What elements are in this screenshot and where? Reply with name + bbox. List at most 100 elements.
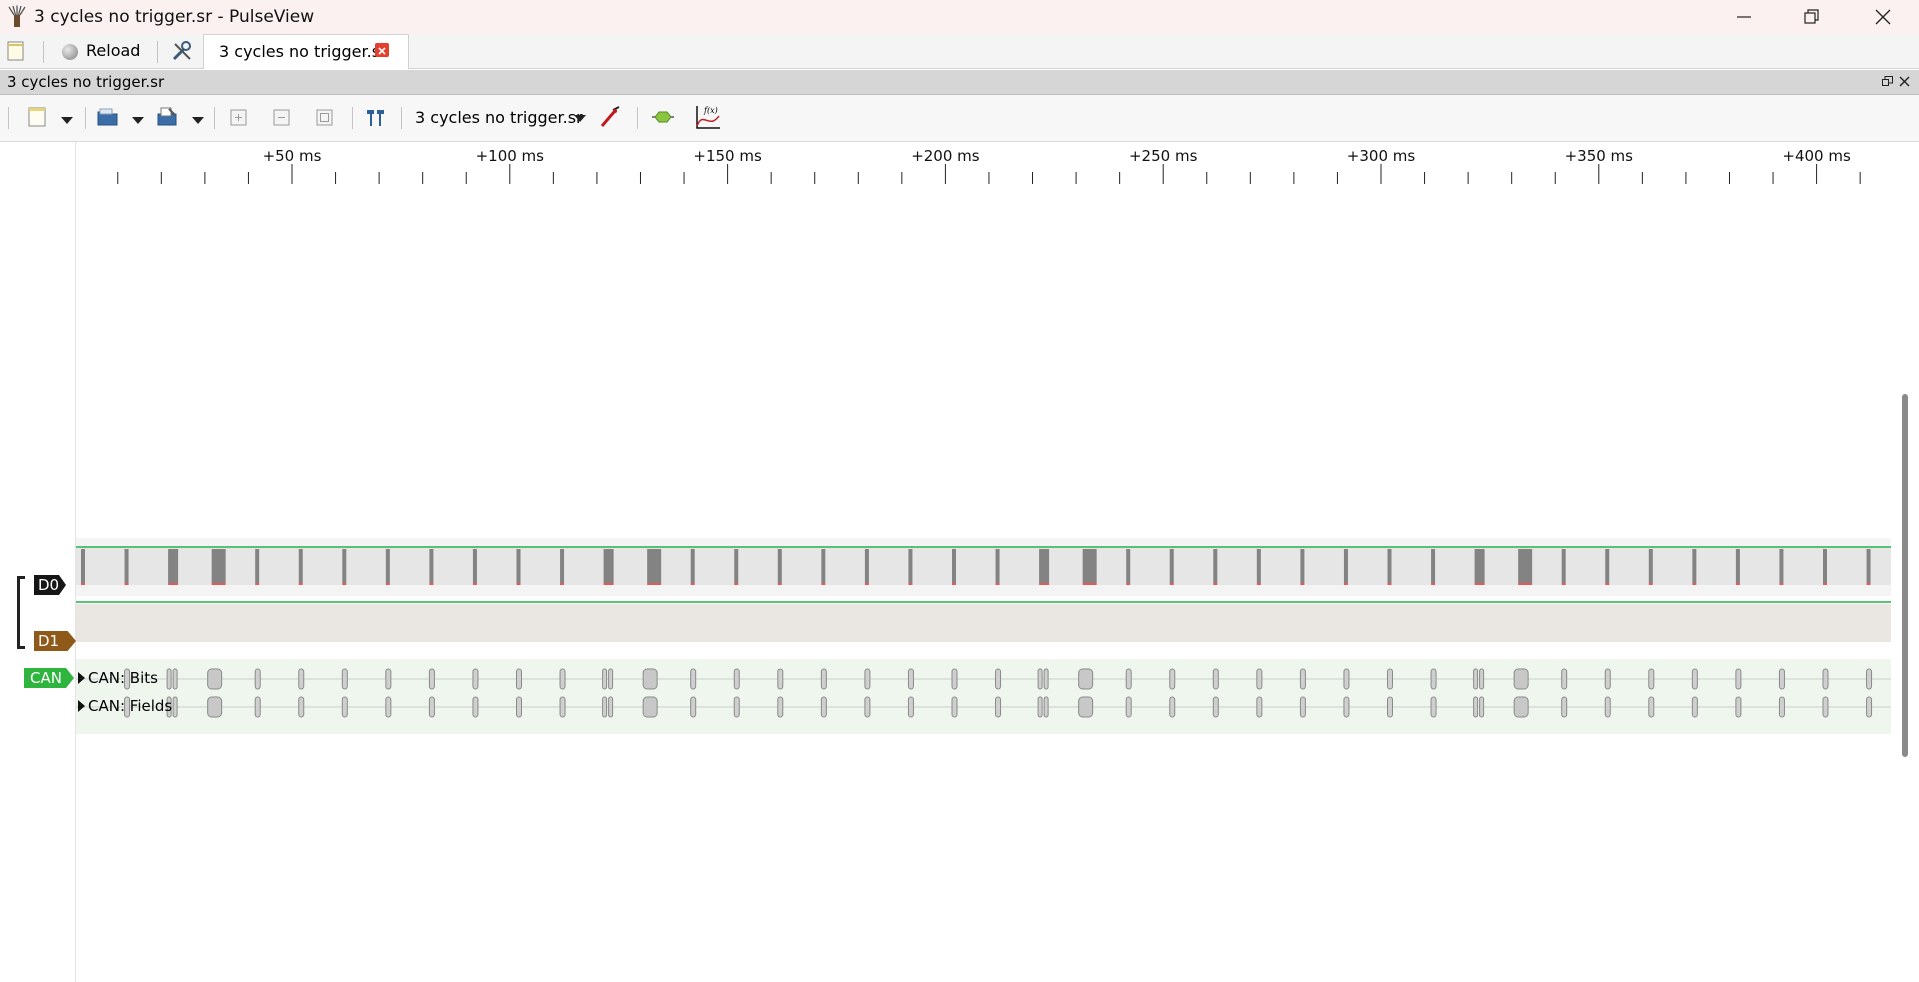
scrollbar-thumb[interactable] [1902,394,1908,757]
can-annotation [602,696,608,718]
can-annotation [1778,696,1785,718]
d0-pulse [255,549,260,583]
d0-fill [76,548,1891,585]
d0-pulse [1866,549,1871,583]
toolbar-grip [8,107,9,129]
can-annotation [1430,668,1437,690]
can-annotation [733,696,740,718]
channel-label-can[interactable]: CAN [24,668,74,688]
save-icon[interactable] [156,104,180,132]
can-annotation [298,696,305,718]
can-annotation [907,696,914,718]
can-annotation [1479,668,1485,690]
can-annotation [1299,696,1306,718]
ruler-tick-label: +100 ms [476,147,545,165]
restore-icon [1804,9,1819,24]
zoom-in-icon[interactable] [229,104,249,132]
d0-pulse [298,549,303,583]
session-tab-label: 3 cycles no trigger.sr [219,42,387,61]
d0-pulse [821,549,826,583]
can-annotation [1561,696,1568,718]
d0-pulse [429,549,434,583]
open-dropdown-arrow[interactable] [132,117,144,124]
d0-pulse [1605,549,1610,583]
can-annotation [1648,696,1655,718]
zoom-out-icon[interactable] [272,104,292,132]
can-annotation [690,696,697,718]
d0-pulse [952,549,956,583]
close-window-button[interactable] [1850,0,1916,34]
d0-pulse [342,549,347,583]
cursor-markers-icon[interactable] [364,104,388,132]
open-folder-icon[interactable] [96,104,120,132]
can-annotation [428,668,435,690]
math-function-icon[interactable]: f(x) [693,104,721,132]
can-annotation [559,696,566,718]
ruler-tick-label: +250 ms [1129,147,1198,165]
d0-pulse [516,549,521,583]
protocol-decoder-icon[interactable] [650,104,676,132]
d0-pulse [734,549,739,583]
restore-button[interactable] [1779,0,1845,34]
can-annotation [995,696,1002,718]
expand-bits-icon[interactable] [78,672,85,684]
expand-fields-icon[interactable] [78,700,85,712]
channel-label-d1[interactable]: D1 [34,631,76,651]
d0-pulse [690,549,695,583]
ruler-tick-label: +300 ms [1347,147,1416,165]
separator [85,107,86,129]
new-dropdown-arrow[interactable] [61,117,73,124]
can-annotation [166,668,172,690]
can-annotation [1691,696,1698,718]
decoder-row-bits: CAN: Bits [88,669,158,687]
d0-pulse [1039,549,1050,583]
can-annotation [1473,696,1479,718]
can-annotation [559,668,566,690]
can-annotation [820,668,827,690]
can-annotation [864,696,871,718]
can-annotation [172,696,178,718]
save-dropdown-arrow[interactable] [192,117,204,124]
new-session-icon[interactable] [7,41,25,61]
can-annotation [516,696,522,718]
dock-float-icon[interactable] [1882,76,1893,86]
session-tab[interactable]: 3 cycles no trigger.sr [203,34,409,69]
tab-close-button[interactable] [375,43,389,57]
can-annotation [1513,668,1529,690]
new-document-icon[interactable] [27,104,49,132]
close-icon [1875,9,1891,25]
d0-pulse [777,549,782,583]
can-annotation [516,668,522,690]
minimize-icon [1737,16,1751,18]
d0-pulse [1082,549,1097,583]
dock-title: 3 cycles no trigger.sr [7,73,165,91]
tools-icon[interactable] [171,40,193,62]
d0-pulse [864,549,869,583]
reload-icon [62,44,78,60]
device-dropdown-arrow[interactable] [574,115,586,122]
can-annotation [1343,668,1350,690]
can-annotation [341,696,348,718]
can-annotation [733,668,740,690]
can-annotation [1822,668,1829,690]
can-annotation [951,696,958,718]
dock-close-icon[interactable] [1899,76,1910,87]
d0-pulse [1648,549,1653,583]
can-annotation [1037,696,1043,718]
probe-wand-icon[interactable] [598,104,622,132]
d0-pulse [1735,549,1740,583]
d0-pulse [1561,549,1566,583]
can-annotation [1735,696,1742,718]
can-annotation [1822,696,1829,718]
app-icon [8,5,26,27]
can-annotation [1866,696,1873,718]
zoom-fit-icon[interactable] [315,104,335,132]
d0-pulse [1518,549,1533,583]
trace-header-panel [0,142,76,982]
d0-pulse [1431,549,1436,583]
minimize-button[interactable] [1711,0,1777,34]
can-annotation [1513,696,1529,718]
d0-pulse [211,549,226,583]
separator [43,41,44,63]
vertical-scrollbar[interactable] [1891,184,1919,982]
